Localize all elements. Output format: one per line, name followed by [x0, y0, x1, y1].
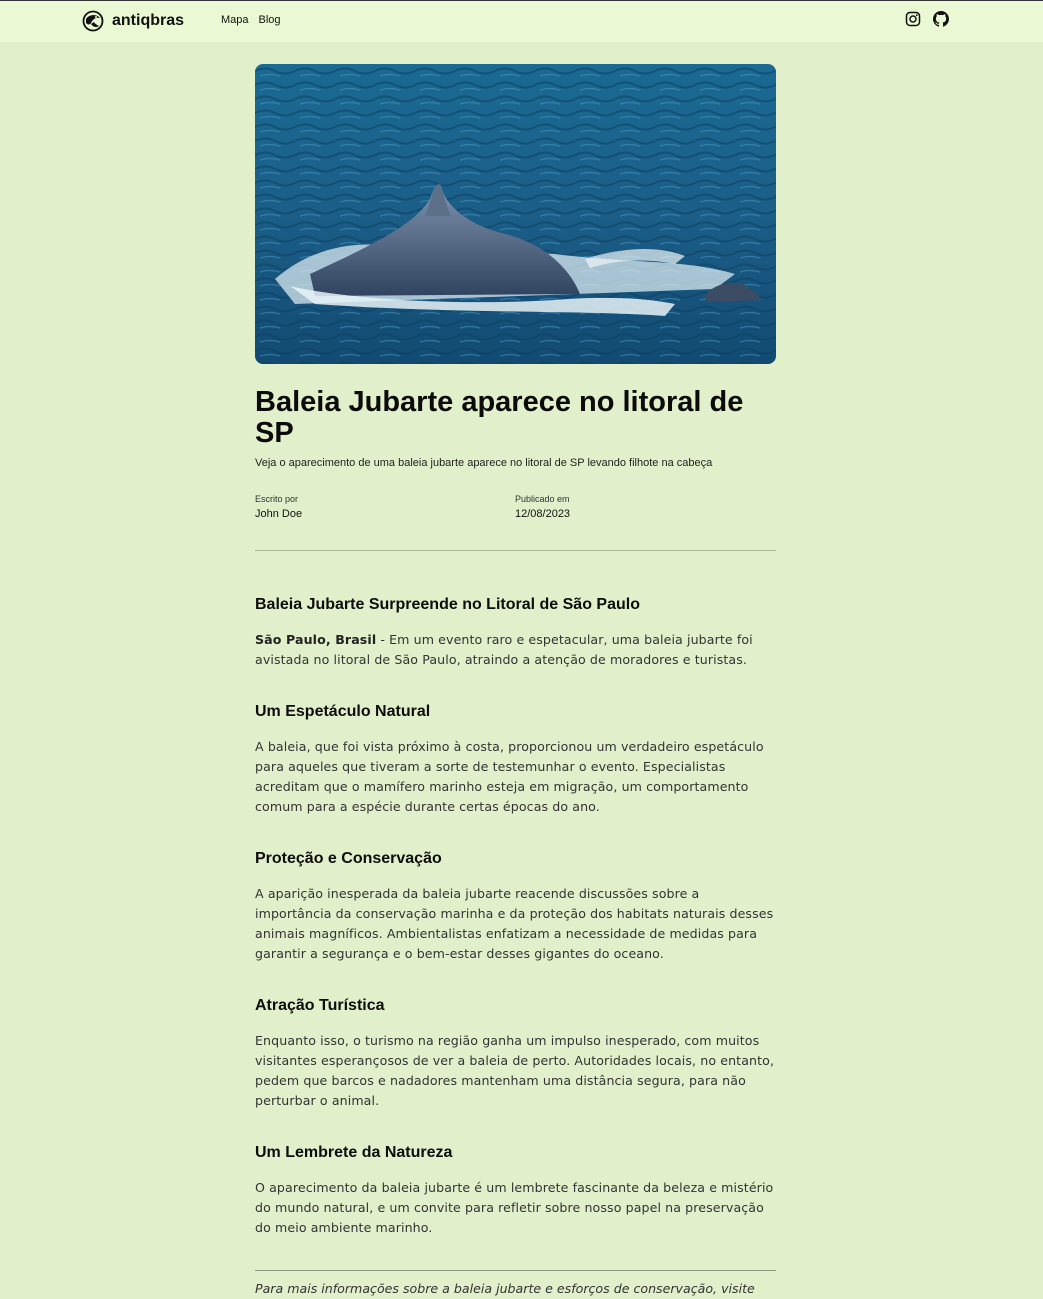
section-heading: Proteção e Conservação — [255, 850, 442, 867]
author-name: John Doe — [255, 508, 303, 520]
section-paragraph: São Paulo, Brasil - Em um evento raro e … — [255, 630, 776, 670]
meta-divider — [255, 550, 776, 551]
section-heading: Atração Turística — [255, 997, 385, 1014]
brand-name: antiqbras — [112, 12, 185, 29]
section-paragraph: Enquanto isso, o turismo na região ganha… — [255, 1033, 775, 1108]
main-nav: Mapa Blog — [221, 14, 281, 26]
article-section: Um Espetáculo Natural A baleia, que foi … — [255, 702, 776, 817]
top-navbar: antiqbras Mapa Blog — [0, 0, 1043, 42]
article-subtitle: Veja o aparecimento de uma baleia jubart… — [255, 457, 713, 469]
published-block: Publicado em 12/08/2023 — [515, 494, 775, 520]
section-heading: Um Espetáculo Natural — [255, 703, 431, 720]
article: Baleia Jubarte aparece no litoral de SP … — [255, 64, 776, 1299]
article-meta: Escrito por John Doe Publicado em 12/08/… — [255, 494, 776, 520]
section-paragraph: O aparecimento da baleia jubarte é um le… — [255, 1180, 774, 1235]
article-title: Baleia Jubarte aparece no litoral de SP — [255, 386, 744, 449]
brand-logo-icon — [82, 10, 104, 32]
instagram-icon[interactable] — [905, 11, 921, 27]
article-section: Um Lembrete da Natureza O aparecimento d… — [255, 1143, 776, 1238]
published-date: 12/08/2023 — [515, 508, 571, 520]
footnote-text: Para mais informações sobre a baleia jub… — [255, 1281, 755, 1296]
published-label: Publicado em — [515, 494, 570, 504]
article-section: Baleia Jubarte Surpreende no Litoral de … — [255, 595, 776, 670]
author-label: Escrito por — [255, 494, 299, 504]
author-block: Escrito por John Doe — [255, 494, 515, 520]
section-paragraph: A aparição inesperada da baleia jubarte … — [255, 886, 774, 961]
article-section: Atração Turística Enquanto isso, o turis… — [255, 996, 776, 1111]
github-icon[interactable] — [933, 11, 949, 27]
social-links — [905, 11, 949, 27]
section-heading: Um Lembrete da Natureza — [255, 1144, 453, 1161]
article-body: Baleia Jubarte Surpreende no Litoral de … — [255, 595, 776, 1238]
hero-image — [255, 64, 776, 364]
article-section: Proteção e Conservação A aparição inespe… — [255, 849, 776, 964]
nav-link-mapa[interactable]: Mapa — [221, 14, 249, 26]
brand-link[interactable]: antiqbras — [82, 10, 184, 32]
footer-divider — [255, 1270, 776, 1271]
section-paragraph: A baleia, que foi vista próximo à costa,… — [255, 739, 764, 814]
section-heading: Baleia Jubarte Surpreende no Litoral de … — [255, 596, 640, 613]
nav-link-blog[interactable]: Blog — [259, 14, 281, 26]
dateline: São Paulo, Brasil — [255, 632, 377, 647]
